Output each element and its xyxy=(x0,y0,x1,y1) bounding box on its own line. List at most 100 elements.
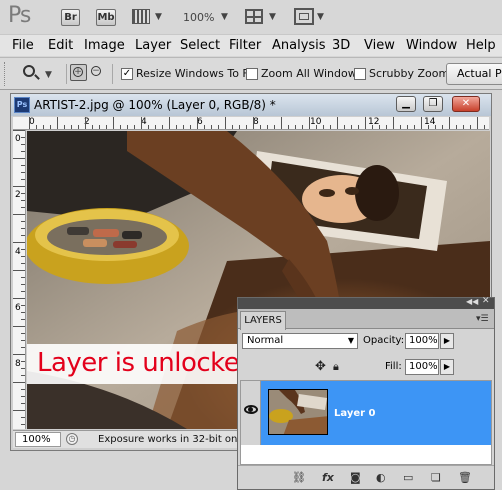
menu-view[interactable]: View xyxy=(364,38,395,53)
arrange-documents-icon[interactable] xyxy=(245,9,263,24)
horizontal-ruler[interactable]: 0 2 4 6 8 10 12 14 xyxy=(13,117,489,130)
ruler-tick xyxy=(21,200,25,201)
ruler-tick xyxy=(21,333,25,334)
ruler-tick xyxy=(13,298,25,299)
ruler-tick xyxy=(99,125,100,129)
zoom-in-icon[interactable]: + xyxy=(70,64,87,81)
menu-image[interactable]: Image xyxy=(84,38,125,53)
opacity-slider-arrow-icon[interactable]: ▶ xyxy=(440,333,454,349)
document-title-bar[interactable]: Ps ARTIST-2.jpg @ 100% (Layer 0, RGB/8) … xyxy=(11,94,491,116)
status-info-icon[interactable]: ◷ xyxy=(66,433,78,445)
zoom-tool-icon[interactable] xyxy=(23,65,40,80)
ruler-tick xyxy=(21,340,25,341)
ruler-label: 0 xyxy=(15,134,21,144)
tool-preset-caret-icon[interactable]: ▼ xyxy=(45,70,52,80)
menu-edit[interactable]: Edit xyxy=(48,38,73,53)
eye-icon xyxy=(244,405,258,414)
layer-visibility-toggle[interactable] xyxy=(241,381,261,445)
ruler-tick xyxy=(21,249,25,250)
menu-filter[interactable]: Filter xyxy=(229,38,261,53)
panel-header-strip[interactable]: ◀◀ ✕ xyxy=(238,296,494,309)
menu-layer[interactable]: Layer xyxy=(135,38,171,53)
adjustment-layer-icon[interactable]: ◐ xyxy=(376,471,386,484)
status-text[interactable]: Exposure works in 32-bit only xyxy=(98,434,246,445)
ruler-tick xyxy=(21,228,25,229)
ruler-tick xyxy=(50,125,51,129)
menu-help[interactable]: Help xyxy=(466,38,496,53)
zoom-percentage-field[interactable]: 100% xyxy=(15,432,61,447)
ruler-tick xyxy=(13,382,25,383)
ruler-tick xyxy=(246,125,247,129)
layer-row[interactable]: Layer 0 xyxy=(241,381,491,445)
bridge-button[interactable]: Br xyxy=(61,9,80,26)
ruler-tick xyxy=(71,125,72,129)
resize-windows-label[interactable]: Resize Windows To Fit xyxy=(136,67,255,80)
opacity-field[interactable]: 100% xyxy=(405,333,439,349)
scrubby-zoom-checkbox[interactable] xyxy=(354,68,366,80)
photoshop-logo: Ps xyxy=(8,3,31,28)
menu-3d[interactable]: 3D xyxy=(332,38,350,53)
ruler-tick xyxy=(435,125,436,129)
ruler-tick xyxy=(21,319,25,320)
panel-menu-icon[interactable]: ▾☰ xyxy=(476,314,490,324)
lock-position-icon[interactable]: ✥ xyxy=(315,359,326,374)
menu-select[interactable]: Select xyxy=(180,38,220,53)
zoom-all-windows-label[interactable]: Zoom All Windows xyxy=(261,67,362,80)
menu-file[interactable]: File xyxy=(12,38,34,53)
actual-pixels-button[interactable]: Actual Pixels xyxy=(446,63,502,85)
mini-bridge-button[interactable]: Mb xyxy=(96,9,116,26)
ruler-tick xyxy=(120,125,121,129)
ruler-tick xyxy=(253,117,254,129)
options-grip[interactable] xyxy=(4,62,6,86)
ruler-tick xyxy=(393,117,394,129)
layer-mask-icon[interactable]: ◙ xyxy=(350,471,361,484)
scrubby-zoom-label[interactable]: Scrubby Zoom xyxy=(369,67,449,80)
arrange-documents-caret-icon[interactable]: ▼ xyxy=(269,12,276,22)
close-panel-icon[interactable]: ✕ xyxy=(482,296,490,306)
fill-slider-arrow-icon[interactable]: ▶ xyxy=(440,359,454,375)
close-icon[interactable]: ✕ xyxy=(452,96,480,112)
ruler-tick xyxy=(13,186,25,187)
fill-field[interactable]: 100% xyxy=(405,359,439,375)
ruler-tick xyxy=(13,158,25,159)
zoom-level-readout[interactable]: 100% xyxy=(183,11,214,24)
ruler-tick xyxy=(21,347,25,348)
ruler-tick xyxy=(13,326,25,327)
zoom-out-icon[interactable]: − xyxy=(89,64,106,81)
layer-name[interactable]: Layer 0 xyxy=(334,408,375,419)
ruler-tick xyxy=(134,125,135,129)
blend-mode-select[interactable]: Normal ▼ xyxy=(242,333,358,349)
view-extras-icon[interactable] xyxy=(132,9,150,24)
layer-thumbnail[interactable] xyxy=(268,389,328,435)
new-layer-icon[interactable]: ❏ xyxy=(431,471,441,484)
ruler-tick xyxy=(21,375,25,376)
ruler-tick xyxy=(21,172,25,173)
ruler-tick xyxy=(351,125,352,129)
collapse-panel-icon[interactable]: ◀◀ xyxy=(466,297,478,306)
new-group-icon[interactable]: ▭ xyxy=(403,471,413,484)
screen-mode-icon[interactable] xyxy=(294,8,314,25)
menu-analysis[interactable]: Analysis xyxy=(272,38,326,53)
ruler-tick xyxy=(470,125,471,129)
view-extras-caret-icon[interactable]: ▼ xyxy=(155,12,162,22)
menu-window[interactable]: Window xyxy=(406,38,457,53)
ruler-tick xyxy=(21,165,25,166)
ruler-tick xyxy=(21,179,25,180)
layer-list: Layer 0 xyxy=(240,380,492,465)
ruler-tick xyxy=(456,125,457,129)
delete-layer-icon[interactable]: 🗑︎ xyxy=(458,471,472,484)
tab-layers[interactable]: LAYERS xyxy=(240,311,286,330)
resize-windows-checkbox[interactable]: ✓ xyxy=(121,68,133,80)
ruler-tick xyxy=(316,125,317,129)
lock-all-icon[interactable]: 🔒︎ xyxy=(333,360,339,374)
screen-mode-caret-icon[interactable]: ▼ xyxy=(317,12,324,22)
zoom-all-windows-checkbox[interactable] xyxy=(246,68,258,80)
layer-style-icon[interactable]: fx xyxy=(322,471,334,484)
restore-icon[interactable]: ❐ xyxy=(423,96,443,112)
link-layers-icon[interactable]: ⛓ xyxy=(292,471,306,484)
ruler-tick xyxy=(21,305,25,306)
minimize-icon[interactable]: ▁ xyxy=(396,96,416,112)
ruler-label: 2 xyxy=(15,190,21,200)
vertical-ruler[interactable]: 0 2 4 6 8 xyxy=(13,130,26,429)
zoom-level-caret-icon[interactable]: ▼ xyxy=(221,12,228,22)
